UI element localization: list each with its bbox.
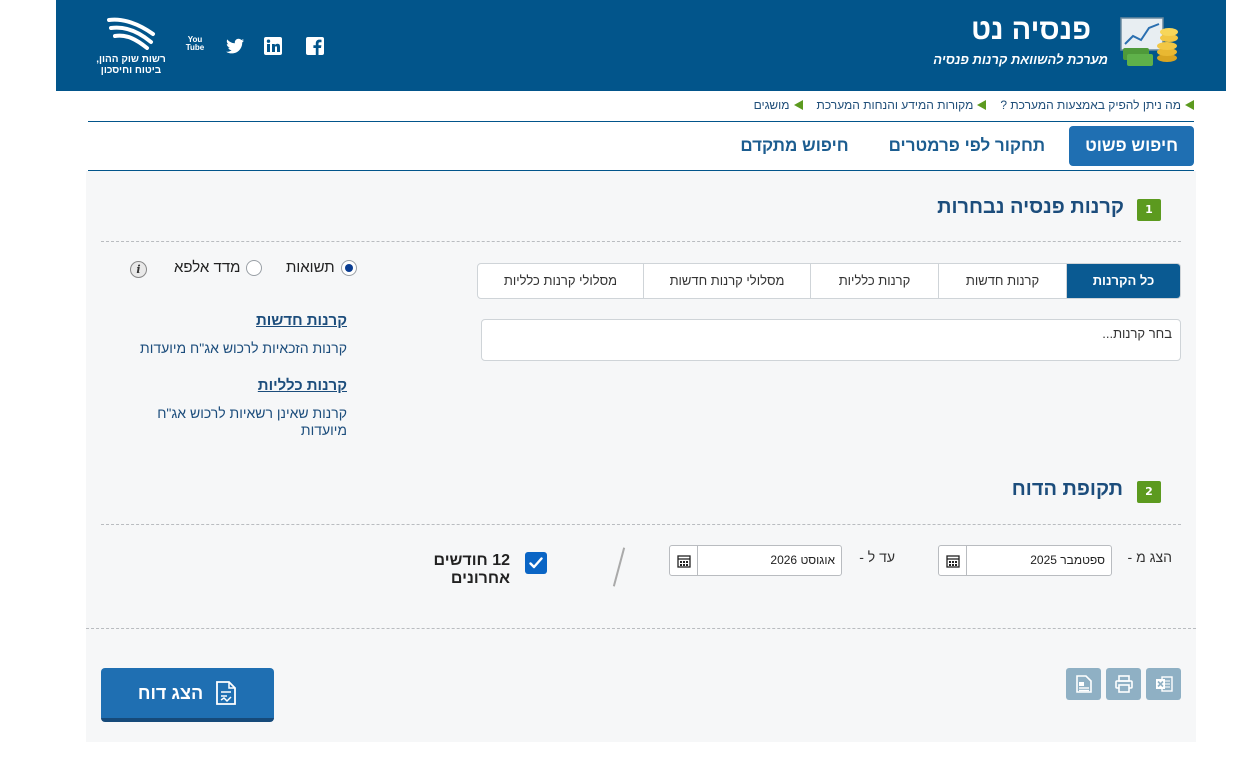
radio-label: מדד אלפא [174,259,241,276]
triangle-bullet-icon [1185,100,1194,110]
youtube-label: You Tube [185,35,205,52]
calendar-icon[interactable] [939,546,967,575]
step-badge-2: 2 [1137,481,1161,503]
radio-button[interactable] [246,259,263,276]
regulator-logo[interactable]: רשות שוק ההון, ביטוח וחיסכון [94,14,168,76]
fund-tab-new-tracks[interactable]: מסלולי קרנות חדשות [643,264,810,298]
new-funds-heading[interactable]: קרנות חדשות [150,312,347,329]
main-tabs: חיפוש פשוט תחקור לפי פרמטרים חיפוש מתקדם [724,126,1194,166]
search-panel [86,171,1196,742]
document-icon [1075,675,1092,693]
regulator-emblem-icon [107,17,155,50]
twitter-icon[interactable] [225,36,245,56]
last-12-months-checkbox[interactable] [525,552,547,574]
coins-chart-logo-icon [1120,17,1178,66]
top-links-bar: מה ניתן להפיק באמצעות המערכת ? מקורות המ… [754,96,1194,114]
top-link-glossary[interactable]: מושגים [754,96,803,114]
to-label: עד ל - [859,549,895,565]
youtube-icon[interactable]: You Tube [184,36,206,56]
tab-parameter-analysis[interactable]: תחקור לפי פרמטרים [873,126,1061,166]
calendar-icon[interactable] [670,546,698,575]
general-funds-description: קרנות שאינן רשאיות לרכוש אג"ח מיועדות [157,405,347,438]
divider [101,524,1181,525]
facebook-icon[interactable] [305,36,325,56]
info-icon[interactable]: i [130,261,147,278]
triangle-bullet-icon [793,100,803,110]
top-link-label: מקורות המידע והנחות המערכת [816,98,974,112]
export-document-button[interactable] [1066,668,1101,700]
from-date-field[interactable]: ספטמבר 2025 [938,545,1112,576]
fund-tab-general-tracks[interactable]: מסלולי קרנות כלליות [478,264,643,298]
site-subtitle: מערכת להשוואת קרנות פנסיה [933,52,1108,67]
fund-tab-general[interactable]: קרנות כלליות [810,264,938,298]
from-date-value[interactable]: ספטמבר 2025 [967,546,1111,575]
tab-advanced-search[interactable]: חיפוש מתקדם [724,126,864,166]
divider [88,121,1194,122]
triangle-bullet-icon [977,100,987,110]
radio-label: תשואות [286,259,335,276]
to-date-field[interactable]: אוגוסט 2026 [669,545,842,576]
top-link-sources[interactable]: מקורות המידע והנחות המערכת [817,96,987,114]
fund-tab-all[interactable]: כל הקרנות [1066,264,1180,298]
print-icon [1114,675,1133,693]
step-badge-1: 1 [1137,199,1161,221]
site-title: פנסיה נט [971,14,1091,46]
divider [101,241,1181,242]
regulator-name-line2: ביטוח וחיסכון [100,65,162,76]
radio-button-selected[interactable] [340,259,357,276]
section-title-selected-funds: קרנות פנסיה נבחרות [937,196,1124,218]
show-report-label: הצג דוח [137,682,204,703]
from-label: הצג מ - [1127,549,1172,565]
divider [86,628,1196,629]
fund-type-tabs: כל הקרנות קרנות חדשות קרנות כלליות מסלול… [477,263,1181,299]
fund-select-input[interactable]: בחר קרנות... [481,319,1181,361]
new-funds-description: קרנות הזכאיות לרכוש אג"ח מיועדות [140,340,347,356]
top-link-label: מושגים [753,98,790,112]
top-link-label: מה ניתן להפיק באמצעות המערכת ? [1000,98,1181,112]
radio-alpha[interactable]: מדד אלפא [174,259,263,276]
general-funds-heading[interactable]: קרנות כלליות [150,377,347,394]
excel-icon [1155,676,1173,692]
to-date-value[interactable]: אוגוסט 2026 [698,546,841,575]
regulator-name-line1: רשות שוק ההון, [96,54,166,65]
linkedin-icon[interactable] [263,36,283,56]
tab-simple-search[interactable]: חיפוש פשוט [1069,126,1194,166]
site-header: פנסיה נט מערכת להשוואת קרנות פנסיה You T… [56,0,1226,91]
show-report-button[interactable]: הצג דוח [101,668,274,722]
fund-tab-new[interactable]: קרנות חדשות [938,264,1066,298]
last-12-months-label: 12 חודשים אחרונים [433,552,511,587]
top-link-capabilities[interactable]: מה ניתן להפיק באמצעות המערכת ? [1000,96,1194,114]
report-icon [216,681,237,705]
radio-returns[interactable]: תשואות [286,259,357,276]
export-excel-button[interactable] [1146,668,1181,700]
print-button[interactable] [1106,668,1141,700]
section-title-report-period: תקופת הדוח [1011,478,1123,500]
checkmark-icon [529,557,543,569]
